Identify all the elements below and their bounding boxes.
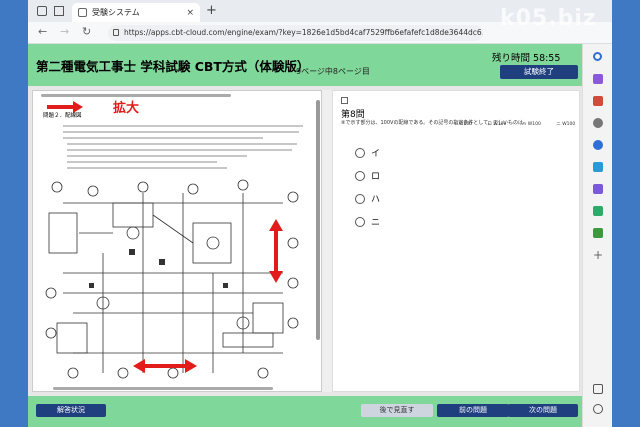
option-label: ハ: [371, 195, 381, 205]
doc-text-line: [67, 155, 247, 157]
review-flag-checkbox[interactable]: [341, 97, 348, 104]
shopping-icon[interactable]: [593, 206, 603, 216]
search-icon[interactable]: [593, 52, 602, 61]
forward-icon[interactable]: →: [60, 25, 69, 38]
doc-text-line: [67, 161, 217, 163]
bottom-scrollbar[interactable]: [53, 387, 273, 390]
tab-exam[interactable]: 受験システム ×: [72, 3, 200, 22]
doc-text-line: [63, 125, 303, 127]
new-tab-button[interactable]: +: [206, 3, 217, 18]
radio-button[interactable]: [355, 216, 365, 227]
browser-window: 受験システム × + ← → ↻ https://apps.cbt-cloud.…: [28, 0, 612, 427]
radio-button[interactable]: [355, 170, 365, 181]
back-icon[interactable]: ←: [38, 25, 47, 38]
option-row-item: ロ W100: [487, 122, 507, 127]
answer-option-i[interactable]: イ: [355, 146, 380, 159]
option-label: ロ: [371, 172, 381, 182]
lock-icon: [113, 29, 119, 36]
watermark: k05.biz: [500, 6, 597, 31]
profile-icon[interactable]: [37, 6, 47, 16]
games-icon[interactable]: [593, 140, 603, 150]
vertical-scrollbar[interactable]: [316, 100, 320, 340]
doc-text-line: [63, 137, 263, 139]
option-label: イ: [371, 149, 381, 159]
radio-button[interactable]: [355, 193, 365, 204]
exam-page: 第二種電気工事士 学科試験 CBT方式（体験版） 9ページ中8ページ目 残り時間…: [28, 44, 582, 427]
question-pane: 第8問 ⑧で示す部分は、100Vの配線である。その記号の指定条件として、正しいも…: [332, 90, 580, 392]
doc-text-line: [67, 149, 292, 151]
option-row: イ W100 ロ W100 ハ W100 ニ W100: [453, 121, 575, 127]
pane-divider[interactable]: [322, 90, 332, 392]
doc-text-line: [63, 131, 299, 133]
answer-status-button[interactable]: 解答状況: [36, 404, 106, 417]
vertical-resize-arrow-icon: [269, 219, 283, 283]
url-text: https://apps.cbt-cloud.com/engine/exam/?…: [124, 28, 483, 37]
answer-option-ni[interactable]: ニ: [355, 215, 380, 228]
tab-actions-icon[interactable]: [54, 6, 64, 16]
edge-sidebar: +: [582, 44, 612, 427]
radio-button[interactable]: [355, 147, 365, 158]
question-figure-pane[interactable]: 拡大 問題２．配線図: [32, 90, 322, 392]
option-row-item: イ W100: [453, 122, 472, 127]
add-sidebar-icon[interactable]: +: [593, 249, 603, 261]
zoom-label: 拡大: [113, 101, 140, 116]
next-question-button[interactable]: 次の問題: [508, 404, 578, 417]
time-remaining: 残り時間 58:55: [492, 53, 561, 64]
end-exam-button[interactable]: 試験終了: [500, 65, 578, 79]
option-row-item: ニ W100: [556, 122, 576, 127]
designer-icon[interactable]: [593, 184, 603, 194]
page-favicon-icon: [78, 8, 87, 17]
outlook-icon[interactable]: [593, 162, 603, 172]
option-label: ニ: [371, 218, 381, 228]
tree-icon[interactable]: [593, 228, 603, 238]
question-label: 問題２．配線図: [43, 113, 82, 119]
reload-icon[interactable]: ↻: [82, 25, 91, 38]
option-row-item: ハ W100: [521, 122, 541, 127]
doc-text-line: [67, 143, 297, 145]
panel-icon[interactable]: [593, 384, 603, 394]
previous-question-button[interactable]: 前の問題: [437, 404, 509, 417]
horizontal-resize-arrow-icon: [133, 359, 197, 373]
tab-title: 受験システム: [92, 8, 140, 17]
answer-option-ro[interactable]: ロ: [355, 169, 380, 182]
toolbox-icon[interactable]: [593, 96, 603, 106]
address-bar[interactable]: https://apps.cbt-cloud.com/engine/exam/?…: [108, 25, 483, 41]
exam-header: 第二種電気工事士 学科試験 CBT方式（体験版） 9ページ中8ページ目 残り時間…: [28, 44, 582, 86]
review-later-button[interactable]: 後で見直す: [361, 404, 433, 417]
settings-icon[interactable]: [593, 404, 603, 414]
tab-close-icon[interactable]: ×: [186, 8, 194, 18]
person-icon[interactable]: [593, 118, 603, 128]
tag-icon[interactable]: [593, 74, 603, 84]
exam-footer: 解答状況 後で見直す 前の問題 次の問題: [28, 396, 582, 427]
answer-option-ha[interactable]: ハ: [355, 192, 380, 205]
page-indicator: 9ページ中8ページ目: [296, 67, 370, 76]
exam-title: 第二種電気工事士 学科試験 CBT方式（体験版）: [36, 59, 310, 74]
doc-text-line: [67, 167, 227, 169]
